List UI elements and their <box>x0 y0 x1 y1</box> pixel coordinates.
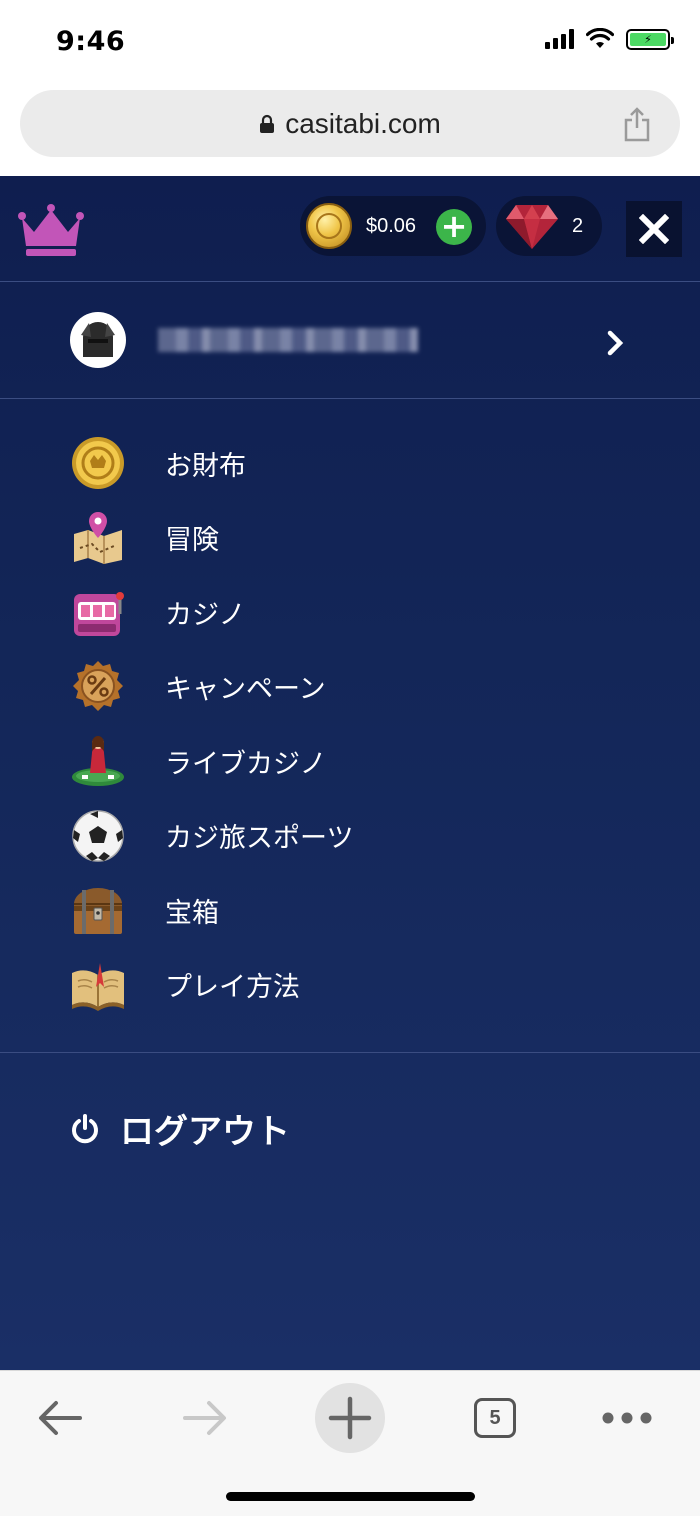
new-tab-button[interactable] <box>315 1383 385 1453</box>
soccer-ball-icon <box>72 810 124 862</box>
status-time: 9:46 <box>56 26 126 57</box>
back-button[interactable] <box>25 1383 95 1453</box>
arrow-right-icon <box>183 1401 226 1435</box>
menu-label: 冒険 <box>165 525 219 557</box>
main-menu: お財布 冒険 カジノ キャンペーン ライブカジノ カジ旅スポーツ 宝箱 プレイ方… <box>0 426 700 1022</box>
live-dealer-icon <box>72 736 124 787</box>
balance-amount: $0.06 <box>366 214 417 237</box>
gem-pill[interactable]: 2 <box>496 196 602 256</box>
wallet-coin-icon <box>72 437 124 490</box>
username-redacted: ████████████ <box>158 328 418 352</box>
url-text: casitabi.com <box>285 107 441 139</box>
menu-label: カジノ <box>165 599 246 631</box>
plus-icon <box>328 1396 372 1440</box>
menu-item-campaign[interactable]: キャンペーン <box>0 650 700 725</box>
casino-slot-icon <box>74 592 124 637</box>
menu-item-how-to-play[interactable]: プレイ方法 <box>0 948 700 1023</box>
menu-label: カジ旅スポーツ <box>165 823 354 855</box>
battery-icon: ⚡ <box>626 28 674 50</box>
crown-logo-icon[interactable] <box>18 202 84 258</box>
power-icon <box>72 1113 98 1143</box>
close-menu-button[interactable] <box>626 201 682 257</box>
status-icons: ⚡ <box>545 28 674 50</box>
menu-label: ライブカジノ <box>165 748 327 780</box>
adventure-map-icon <box>74 511 122 564</box>
menu-item-sports[interactable]: カジ旅スポーツ <box>0 799 700 874</box>
share-icon[interactable] <box>622 106 652 142</box>
logout-button[interactable]: ログアウト <box>70 1104 290 1153</box>
menu-item-live-casino[interactable]: ライブカジノ <box>0 724 700 799</box>
divider <box>0 1052 700 1053</box>
balance-pill[interactable]: $0.06 + <box>300 196 486 256</box>
menu-item-treasure[interactable]: 宝箱 <box>0 873 700 948</box>
app-header: $0.06 + 2 <box>0 176 700 282</box>
status-bar: 9:46 ⚡ <box>0 0 700 86</box>
menu-label: プレイ方法 <box>165 972 300 1004</box>
lock-icon <box>260 114 275 133</box>
more-menu-button[interactable] <box>592 1383 662 1453</box>
menu-label: お財布 <box>165 450 246 482</box>
chevron-right-icon <box>607 330 624 356</box>
menu-item-adventure[interactable]: 冒険 <box>0 501 700 576</box>
forward-button[interactable] <box>170 1383 240 1453</box>
tab-count: 5 <box>474 1398 516 1438</box>
deposit-plus-button[interactable]: + <box>436 209 472 245</box>
menu-item-wallet[interactable]: お財布 <box>0 426 700 501</box>
book-icon <box>72 962 124 1011</box>
menu-label: 宝箱 <box>165 897 219 929</box>
campaign-percent-icon <box>73 660 123 711</box>
tabs-button[interactable]: 5 <box>460 1383 530 1453</box>
arrow-left-icon <box>39 1401 82 1435</box>
profile-row[interactable]: ████████████ <box>0 282 700 399</box>
avatar <box>70 312 126 368</box>
more-dots-icon <box>602 1412 652 1424</box>
menu-item-casino[interactable]: カジノ <box>0 575 700 650</box>
coin-icon <box>306 203 352 249</box>
gem-count: 2 <box>572 214 584 237</box>
home-indicator <box>226 1492 475 1501</box>
wifi-icon <box>586 28 614 48</box>
treasure-chest-icon <box>74 888 122 935</box>
close-icon <box>639 214 669 244</box>
menu-label: キャンペーン <box>165 674 326 706</box>
app-menu-panel: $0.06 + 2 お財布 冒険 カジノ キャンペーン ライブカジノ カジ旅スポ… <box>0 176 700 1370</box>
ruby-gem-icon <box>506 205 558 249</box>
knight-helmet-icon <box>81 322 115 357</box>
logout-label: ログアウト <box>120 1112 290 1152</box>
url-bar[interactable]: casitabi.com <box>20 90 680 157</box>
cellular-signal-icon <box>545 29 574 49</box>
